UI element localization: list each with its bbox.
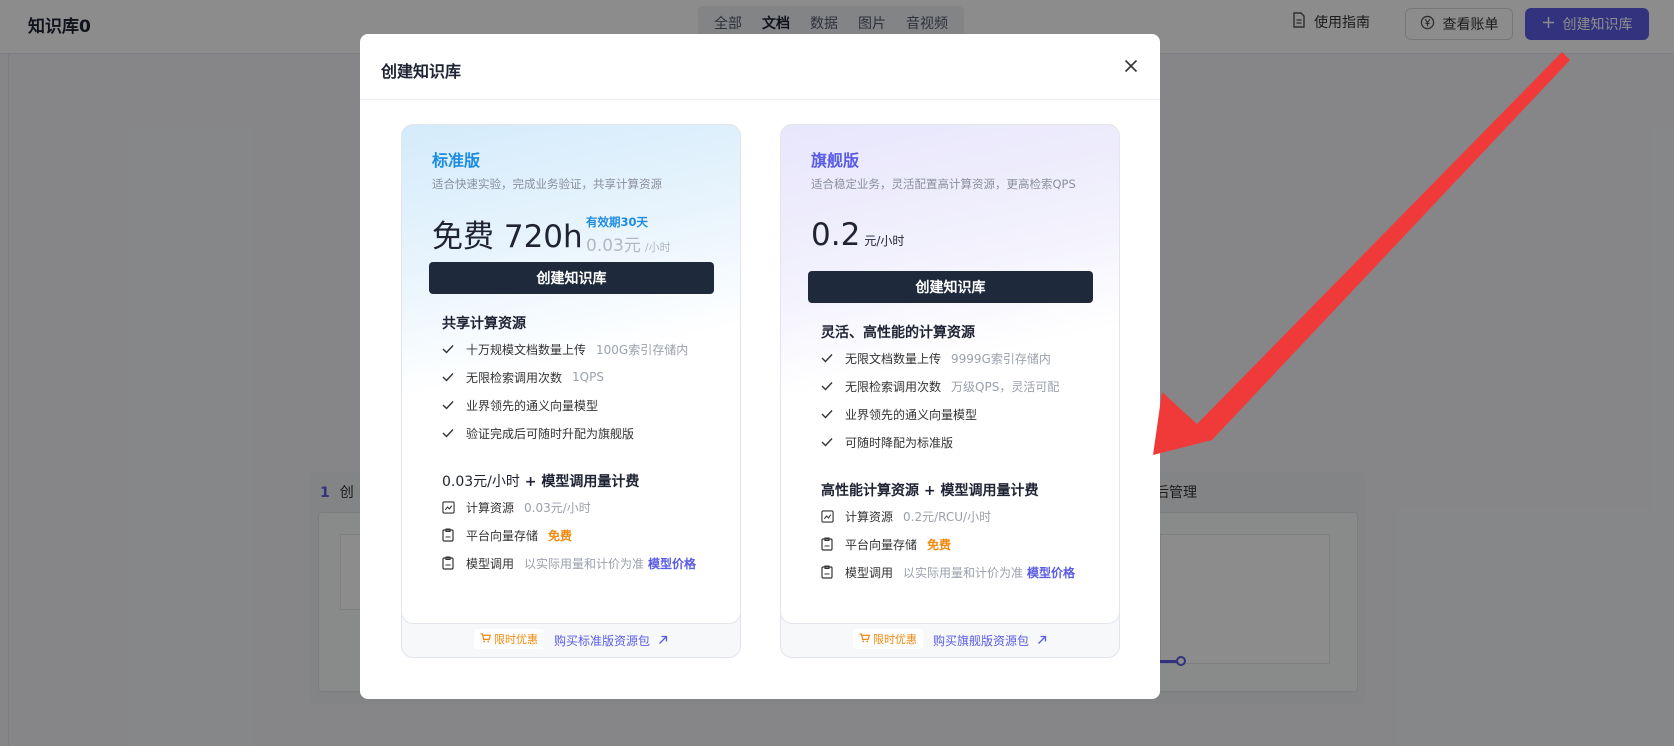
list-item: 平台向量存储 免费 — [442, 521, 732, 549]
check-icon — [442, 344, 466, 354]
create-standard-button[interactable]: 创建知识库 — [429, 262, 714, 294]
feature-list: 十万规模文档数量上传 100G索引存储内 无限检索调用次数 1QPS 业界领先的通义… — [442, 335, 732, 447]
list-item: 计算资源 0.03元/小时 — [442, 493, 732, 521]
check-icon — [442, 372, 466, 382]
list-item: 平台向量存储 免费 — [821, 530, 1111, 558]
plan-name: 旗舰版 — [811, 151, 860, 170]
check-icon — [821, 409, 845, 419]
external-link-icon — [658, 634, 668, 648]
list-item: 无限检索调用次数 万级QPS，灵活可配 — [821, 372, 1111, 400]
plan-name: 标准版 — [432, 151, 481, 170]
plan-description: 适合快速实验，完成业务验证，共享计算资源 — [432, 177, 662, 191]
clipboard-icon — [821, 537, 845, 551]
list-item: 计算资源 0.2元/RCU/小时 — [821, 502, 1111, 530]
list-item: 无限文档数量上传 9999G索引存储内 — [821, 344, 1111, 372]
plan-flagship-card: 旗舰版 适合稳定业务，灵活配置高计算资源，更高检索QPS 0.2 元/小时 创建知… — [780, 124, 1120, 624]
cart-icon — [859, 632, 871, 646]
clipboard-icon — [442, 556, 466, 570]
model-price-link[interactable]: 模型价格 — [648, 555, 696, 572]
list-item: 业界领先的通义向量模型 — [442, 391, 732, 419]
check-icon — [442, 400, 466, 410]
list-item: 验证完成后可随时升配为旗舰版 — [442, 419, 732, 447]
billing-list: 计算资源 0.03元/小时 平台向量存储 免费 模型调用 以实际用量和计价为准 模型价格 — [442, 493, 732, 577]
external-link-icon — [1037, 634, 1047, 648]
feature-list: 无限文档数量上传 9999G索引存储内 无限检索调用次数 万级QPS，灵活可配 业界… — [821, 344, 1111, 456]
check-icon — [442, 428, 466, 438]
billing-title: 高性能计算资源 + 模型调用量计费 — [821, 483, 1039, 499]
original-price: 0.03元/小时 — [586, 236, 671, 256]
buy-flagship-package-link[interactable]: 购买旗舰版资源包 — [933, 632, 1047, 649]
plan-price: 0.2 元/小时 — [811, 217, 905, 253]
model-price-link[interactable]: 模型价格 — [1027, 564, 1075, 581]
plan-price: 免费 720h — [432, 219, 583, 255]
clipboard-icon — [821, 565, 845, 579]
trend-chart-icon — [821, 509, 845, 523]
billing-title: 0.03元/小时 + 模型调用量计费 — [442, 474, 640, 490]
list-item: 十万规模文档数量上传 100G索引存储内 — [442, 335, 732, 363]
list-item: 无限检索调用次数 1QPS — [442, 363, 732, 391]
promo-badge: 限时优惠 — [473, 629, 544, 649]
feature-section-title: 共享计算资源 — [442, 316, 526, 332]
plan-standard: 标准版 适合快速实验，完成业务验证，共享计算资源 免费 720h 有效期30天 … — [401, 124, 741, 658]
validity-badge: 有效期30天 — [586, 215, 649, 229]
list-item: 可随时降配为标准版 — [821, 428, 1111, 456]
plan-description: 适合稳定业务，灵活配置高计算资源，更高检索QPS — [811, 177, 1076, 191]
check-icon — [821, 353, 845, 363]
billing-list: 计算资源 0.2元/RCU/小时 平台向量存储 免费 模型调用 以实际用量和计价为准模… — [821, 502, 1111, 586]
cart-icon — [480, 632, 492, 646]
list-item: 模型调用 以实际用量和计价为准 模型价格 — [442, 549, 732, 577]
clipboard-icon — [442, 528, 466, 542]
list-item: 业界领先的通义向量模型 — [821, 400, 1111, 428]
trend-chart-icon — [442, 500, 466, 514]
check-icon — [821, 381, 845, 391]
feature-section-title: 灵活、高性能的计算资源 — [821, 325, 975, 341]
plan-standard-card: 标准版 适合快速实验，完成业务验证，共享计算资源 免费 720h 有效期30天 … — [401, 124, 741, 624]
check-icon — [821, 437, 845, 447]
create-flagship-button[interactable]: 创建知识库 — [808, 271, 1093, 303]
promo-badge: 限时优惠 — [852, 629, 923, 649]
buy-standard-package-link[interactable]: 购买标准版资源包 — [554, 632, 668, 649]
plan-flagship: 旗舰版 适合稳定业务，灵活配置高计算资源，更高检索QPS 0.2 元/小时 创建知… — [780, 124, 1120, 658]
list-item: 模型调用 以实际用量和计价为准 模型价格 — [821, 558, 1111, 586]
